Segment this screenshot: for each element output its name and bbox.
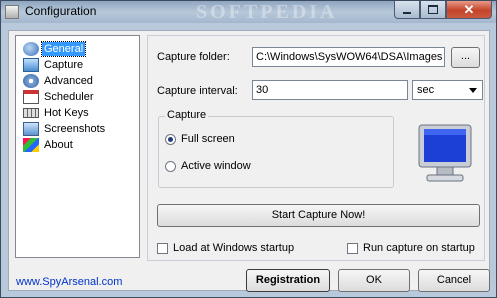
tree-item-screenshots[interactable]: Screenshots: [23, 121, 107, 136]
tree-item-label: Advanced: [44, 74, 93, 87]
maximize-button[interactable]: [420, 1, 446, 19]
settings-tree[interactable]: General Capture Advanced Scheduler Hot K…: [15, 35, 140, 258]
hotkeys-icon: [23, 107, 39, 118]
configuration-window: Configuration SOFTPEDIA ✕ General Captur…: [0, 0, 497, 298]
capture-interval-label: Capture interval:: [157, 85, 238, 97]
tree-item-label: Capture: [44, 58, 84, 71]
tree-item-about[interactable]: About: [23, 137, 75, 152]
app-icon: [5, 5, 19, 19]
chevron-down-icon: [469, 88, 477, 93]
scheduler-icon: [23, 89, 39, 104]
browse-folder-button[interactable]: ...: [451, 47, 480, 68]
load-at-startup-checkbox[interactable]: Load at Windows startup: [157, 242, 294, 254]
full-screen-label: Full screen: [181, 133, 235, 145]
active-window-radio[interactable]: Active window: [165, 160, 251, 172]
radio-unselected-icon: [165, 160, 176, 172]
tree-item-hotkeys[interactable]: Hot Keys: [23, 105, 91, 120]
tree-item-label: General: [40, 40, 87, 57]
radio-selected-icon: [165, 133, 176, 145]
checkbox-box: [347, 242, 358, 254]
dialog-body: General Capture Advanced Scheduler Hot K…: [8, 30, 490, 292]
close-button[interactable]: ✕: [446, 1, 492, 19]
advanced-icon: [23, 73, 39, 88]
capture-folder-field[interactable]: C:\Windows\SysWOW64\DSA\Images: [252, 47, 445, 67]
interval-unit-value: sec: [417, 84, 435, 96]
close-icon: ✕: [463, 1, 475, 17]
full-screen-radio[interactable]: Full screen: [165, 133, 235, 145]
checkbox-box: [157, 242, 168, 254]
maximize-icon: [428, 5, 438, 14]
about-icon: [23, 137, 39, 152]
title-bar[interactable]: Configuration SOFTPEDIA ✕: [1, 1, 496, 23]
website-link[interactable]: www.SpyArsenal.com: [16, 276, 122, 288]
start-capture-button[interactable]: Start Capture Now!: [157, 204, 480, 227]
run-on-startup-checkbox[interactable]: Run capture on startup: [347, 242, 475, 254]
screenshots-icon: [23, 121, 39, 136]
active-window-label: Active window: [181, 160, 251, 172]
tree-item-label: Hot Keys: [44, 106, 89, 119]
monitor-icon: [418, 124, 472, 182]
tree-item-advanced[interactable]: Advanced: [23, 73, 95, 88]
general-icon: [23, 41, 39, 56]
general-settings-panel: Capture folder: C:\Windows\SysWOW64\DSA\…: [147, 35, 485, 261]
tree-item-general[interactable]: General: [23, 40, 87, 57]
softpedia-watermark: SOFTPEDIA: [196, 1, 338, 23]
ok-button[interactable]: OK: [338, 269, 410, 292]
tree-item-label: Scheduler: [44, 90, 94, 103]
minimize-button[interactable]: [394, 1, 420, 19]
capture-interval-field[interactable]: 30: [252, 80, 408, 100]
tree-item-label: About: [44, 138, 73, 151]
capture-icon: [23, 57, 39, 72]
tree-item-scheduler[interactable]: Scheduler: [23, 89, 96, 104]
window-title: Configuration: [25, 4, 97, 18]
capture-folder-label: Capture folder:: [157, 51, 230, 63]
capture-mode-group: Capture Full screen Active window: [158, 109, 394, 188]
capture-group-label: Capture: [165, 109, 209, 121]
load-at-startup-label: Load at Windows startup: [173, 242, 295, 254]
minimize-icon: [403, 11, 411, 14]
cancel-button[interactable]: Cancel: [418, 269, 490, 292]
run-on-startup-label: Run capture on startup: [363, 242, 475, 254]
registration-button[interactable]: Registration: [246, 269, 330, 292]
tree-item-label: Screenshots: [44, 122, 106, 135]
interval-unit-select[interactable]: sec: [412, 80, 483, 100]
tree-item-capture[interactable]: Capture: [23, 57, 85, 72]
